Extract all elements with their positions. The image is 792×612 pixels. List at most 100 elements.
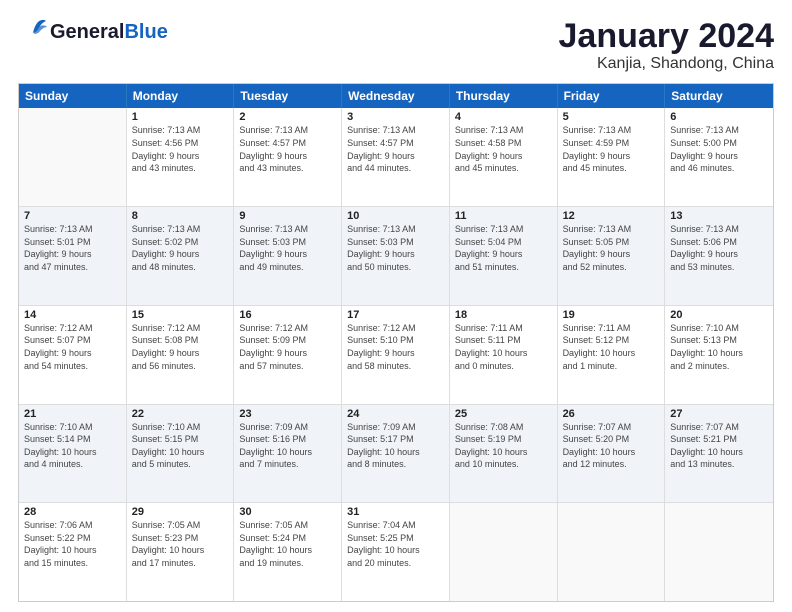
page: GeneralBlue January 2024 Kanjia, Shandon… [0,0,792,612]
calendar-cell: 25Sunrise: 7:08 AM Sunset: 5:19 PM Dayli… [450,405,558,503]
calendar-row: 28Sunrise: 7:06 AM Sunset: 5:22 PM Dayli… [19,502,773,601]
day-info: Sunrise: 7:13 AM Sunset: 5:05 PM Dayligh… [563,223,660,273]
calendar-cell: 27Sunrise: 7:07 AM Sunset: 5:21 PM Dayli… [665,405,773,503]
calendar-title: January 2024 [559,18,775,55]
day-info: Sunrise: 7:07 AM Sunset: 5:20 PM Dayligh… [563,421,660,471]
day-number: 5 [563,111,660,123]
calendar-cell: 21Sunrise: 7:10 AM Sunset: 5:14 PM Dayli… [19,405,127,503]
day-number: 25 [455,408,552,420]
header-sunday: Sunday [19,84,127,108]
day-number: 2 [239,111,336,123]
logo-icon [18,18,48,46]
header-thursday: Thursday [450,84,558,108]
day-number: 3 [347,111,444,123]
day-info: Sunrise: 7:09 AM Sunset: 5:16 PM Dayligh… [239,421,336,471]
calendar-cell: 18Sunrise: 7:11 AM Sunset: 5:11 PM Dayli… [450,306,558,404]
calendar-header: Sunday Monday Tuesday Wednesday Thursday… [19,84,773,108]
calendar-cell: 5Sunrise: 7:13 AM Sunset: 4:59 PM Daylig… [558,108,666,206]
day-number: 20 [670,309,768,321]
header-friday: Friday [558,84,666,108]
calendar-cell: 14Sunrise: 7:12 AM Sunset: 5:07 PM Dayli… [19,306,127,404]
day-info: Sunrise: 7:13 AM Sunset: 4:59 PM Dayligh… [563,124,660,174]
calendar-row: 21Sunrise: 7:10 AM Sunset: 5:14 PM Dayli… [19,404,773,503]
calendar-cell: 13Sunrise: 7:13 AM Sunset: 5:06 PM Dayli… [665,207,773,305]
calendar-cell: 24Sunrise: 7:09 AM Sunset: 5:17 PM Dayli… [342,405,450,503]
calendar-cell [19,108,127,206]
calendar-cell: 20Sunrise: 7:10 AM Sunset: 5:13 PM Dayli… [665,306,773,404]
day-number: 18 [455,309,552,321]
day-info: Sunrise: 7:13 AM Sunset: 4:57 PM Dayligh… [239,124,336,174]
calendar-cell: 19Sunrise: 7:11 AM Sunset: 5:12 PM Dayli… [558,306,666,404]
calendar-cell: 9Sunrise: 7:13 AM Sunset: 5:03 PM Daylig… [234,207,342,305]
calendar-cell [558,503,666,601]
calendar-cell: 26Sunrise: 7:07 AM Sunset: 5:20 PM Dayli… [558,405,666,503]
day-info: Sunrise: 7:13 AM Sunset: 5:01 PM Dayligh… [24,223,121,273]
day-info: Sunrise: 7:13 AM Sunset: 4:58 PM Dayligh… [455,124,552,174]
day-number: 29 [132,506,229,518]
logo: GeneralBlue [18,18,168,46]
day-number: 10 [347,210,444,222]
calendar-row: 14Sunrise: 7:12 AM Sunset: 5:07 PM Dayli… [19,305,773,404]
logo-blue: Blue [124,21,167,43]
day-number: 13 [670,210,768,222]
day-number: 27 [670,408,768,420]
day-info: Sunrise: 7:10 AM Sunset: 5:15 PM Dayligh… [132,421,229,471]
day-info: Sunrise: 7:13 AM Sunset: 4:56 PM Dayligh… [132,124,229,174]
day-info: Sunrise: 7:13 AM Sunset: 5:02 PM Dayligh… [132,223,229,273]
calendar-row: 7Sunrise: 7:13 AM Sunset: 5:01 PM Daylig… [19,206,773,305]
calendar-cell: 28Sunrise: 7:06 AM Sunset: 5:22 PM Dayli… [19,503,127,601]
calendar-cell: 12Sunrise: 7:13 AM Sunset: 5:05 PM Dayli… [558,207,666,305]
day-number: 14 [24,309,121,321]
day-number: 21 [24,408,121,420]
day-number: 28 [24,506,121,518]
day-info: Sunrise: 7:13 AM Sunset: 5:04 PM Dayligh… [455,223,552,273]
day-number: 12 [563,210,660,222]
calendar-cell: 17Sunrise: 7:12 AM Sunset: 5:10 PM Dayli… [342,306,450,404]
day-info: Sunrise: 7:07 AM Sunset: 5:21 PM Dayligh… [670,421,768,471]
day-info: Sunrise: 7:12 AM Sunset: 5:09 PM Dayligh… [239,322,336,372]
calendar-cell: 10Sunrise: 7:13 AM Sunset: 5:03 PM Dayli… [342,207,450,305]
calendar-cell: 16Sunrise: 7:12 AM Sunset: 5:09 PM Dayli… [234,306,342,404]
calendar-row: 1Sunrise: 7:13 AM Sunset: 4:56 PM Daylig… [19,108,773,206]
day-number: 30 [239,506,336,518]
header-tuesday: Tuesday [234,84,342,108]
day-number: 1 [132,111,229,123]
header-wednesday: Wednesday [342,84,450,108]
day-info: Sunrise: 7:13 AM Sunset: 5:03 PM Dayligh… [239,223,336,273]
day-info: Sunrise: 7:12 AM Sunset: 5:07 PM Dayligh… [24,322,121,372]
title-block: January 2024 Kanjia, Shandong, China [559,18,775,73]
day-info: Sunrise: 7:09 AM Sunset: 5:17 PM Dayligh… [347,421,444,471]
calendar-subtitle: Kanjia, Shandong, China [559,55,775,73]
day-info: Sunrise: 7:10 AM Sunset: 5:13 PM Dayligh… [670,322,768,372]
day-number: 6 [670,111,768,123]
calendar-cell: 31Sunrise: 7:04 AM Sunset: 5:25 PM Dayli… [342,503,450,601]
header-saturday: Saturday [665,84,773,108]
day-info: Sunrise: 7:08 AM Sunset: 5:19 PM Dayligh… [455,421,552,471]
day-info: Sunrise: 7:10 AM Sunset: 5:14 PM Dayligh… [24,421,121,471]
calendar-body: 1Sunrise: 7:13 AM Sunset: 4:56 PM Daylig… [19,108,773,601]
calendar-cell: 23Sunrise: 7:09 AM Sunset: 5:16 PM Dayli… [234,405,342,503]
day-number: 17 [347,309,444,321]
day-info: Sunrise: 7:12 AM Sunset: 5:08 PM Dayligh… [132,322,229,372]
day-number: 24 [347,408,444,420]
day-number: 23 [239,408,336,420]
day-number: 11 [455,210,552,222]
calendar-cell: 4Sunrise: 7:13 AM Sunset: 4:58 PM Daylig… [450,108,558,206]
day-number: 9 [239,210,336,222]
calendar-cell [450,503,558,601]
calendar-cell: 15Sunrise: 7:12 AM Sunset: 5:08 PM Dayli… [127,306,235,404]
day-info: Sunrise: 7:13 AM Sunset: 5:06 PM Dayligh… [670,223,768,273]
calendar-cell: 3Sunrise: 7:13 AM Sunset: 4:57 PM Daylig… [342,108,450,206]
day-number: 7 [24,210,121,222]
calendar: Sunday Monday Tuesday Wednesday Thursday… [18,83,774,602]
day-info: Sunrise: 7:06 AM Sunset: 5:22 PM Dayligh… [24,519,121,569]
calendar-cell: 6Sunrise: 7:13 AM Sunset: 5:00 PM Daylig… [665,108,773,206]
calendar-cell: 11Sunrise: 7:13 AM Sunset: 5:04 PM Dayli… [450,207,558,305]
day-info: Sunrise: 7:13 AM Sunset: 4:57 PM Dayligh… [347,124,444,174]
day-number: 16 [239,309,336,321]
calendar-cell: 22Sunrise: 7:10 AM Sunset: 5:15 PM Dayli… [127,405,235,503]
day-number: 22 [132,408,229,420]
day-info: Sunrise: 7:12 AM Sunset: 5:10 PM Dayligh… [347,322,444,372]
calendar-cell: 29Sunrise: 7:05 AM Sunset: 5:23 PM Dayli… [127,503,235,601]
day-number: 26 [563,408,660,420]
